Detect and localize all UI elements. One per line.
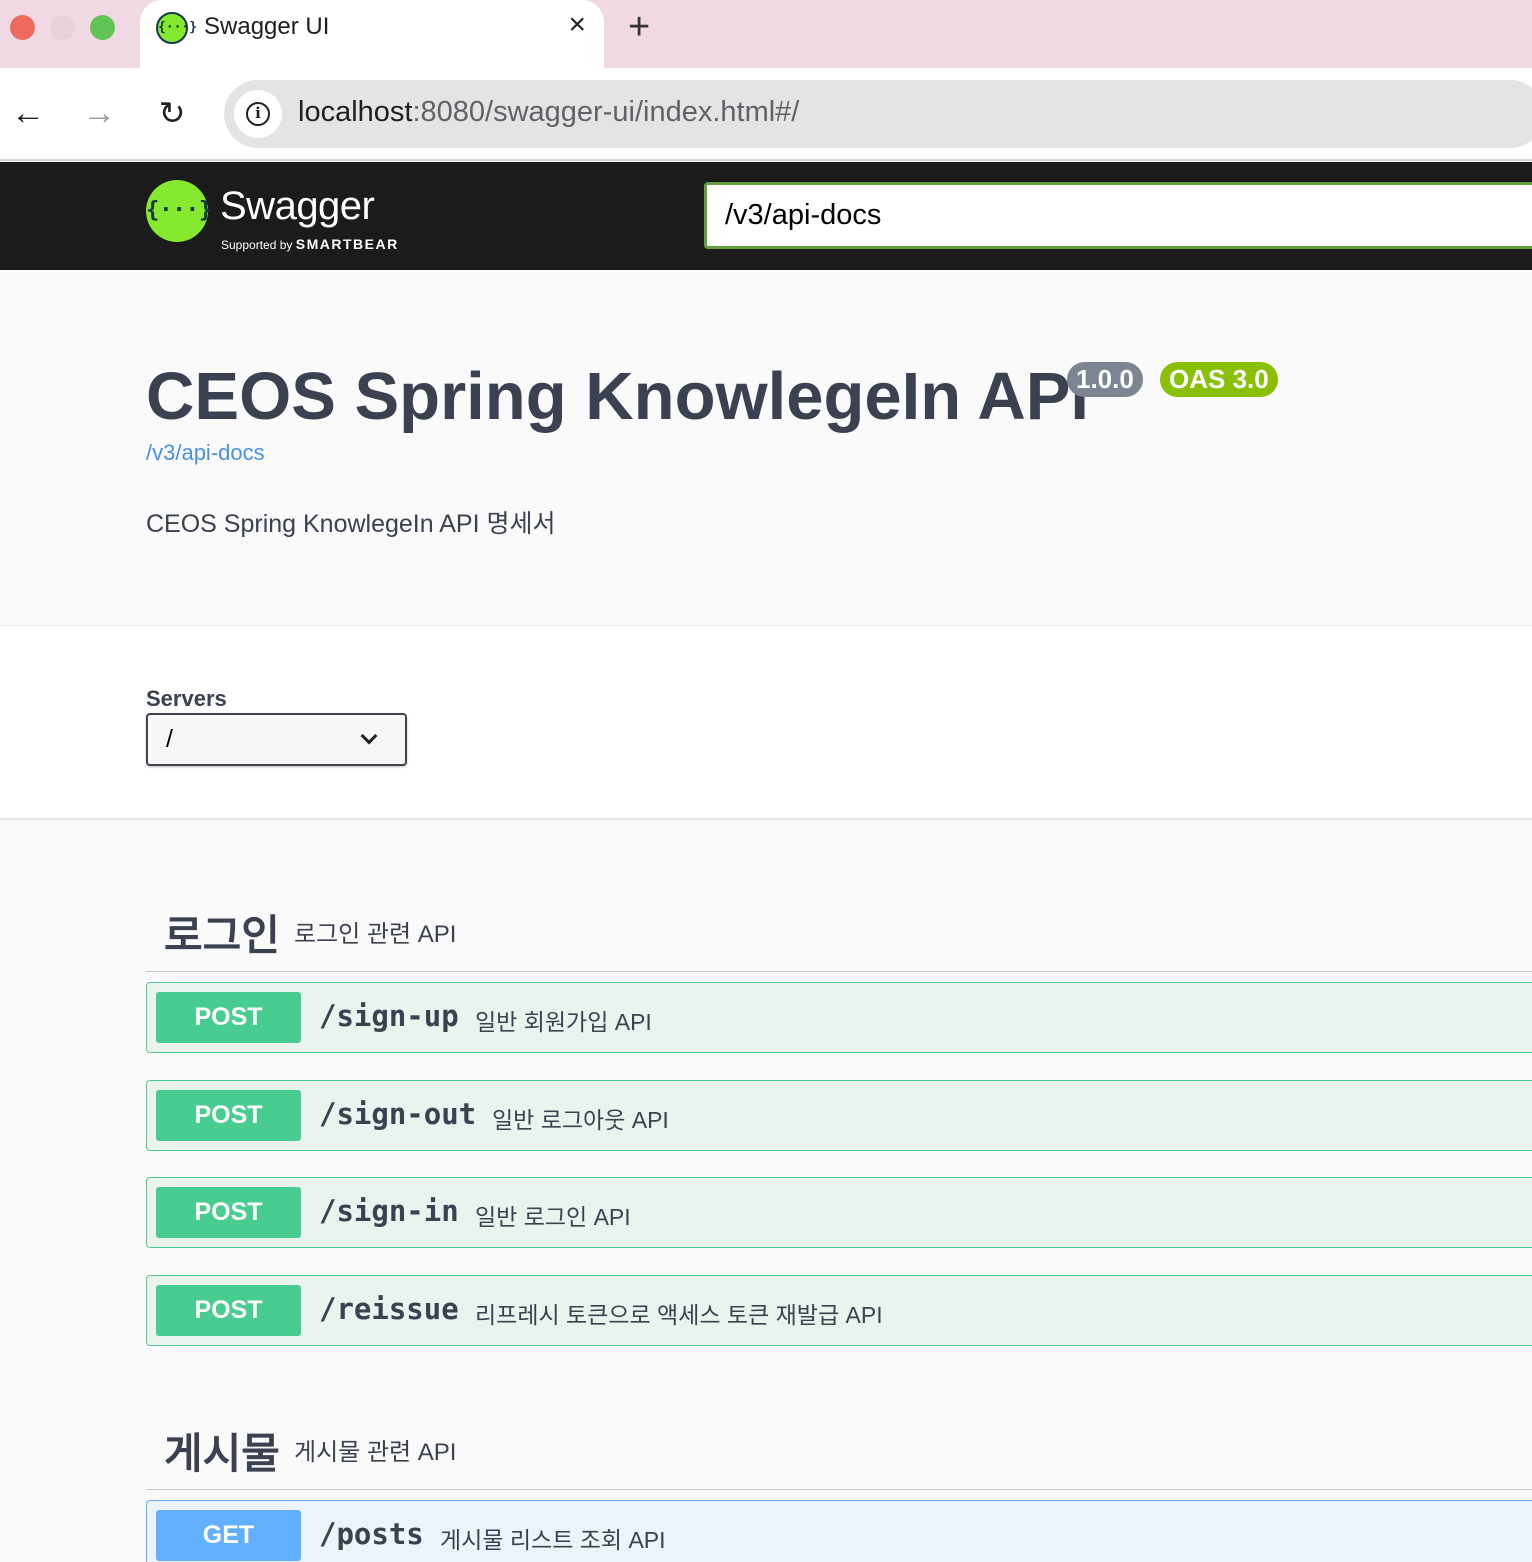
servers-select[interactable]: / [146, 713, 407, 766]
swagger-favicon-icon: {···} [156, 12, 197, 44]
operation-path: /reissue [319, 1292, 459, 1326]
api-description: CEOS Spring KnowlegeIn API 명세서 [146, 510, 556, 538]
tag-name: 게시물 [164, 1430, 280, 1477]
servers-section: Servers / [0, 625, 1532, 820]
tag-header-posts[interactable]: 게시물 게시물 관련 API [146, 1390, 1532, 1490]
operation-post-sign-up[interactable]: POST /sign-up 일반 회원가입 API [146, 982, 1532, 1053]
method-badge: POST [156, 1090, 301, 1141]
operation-post-sign-out[interactable]: POST /sign-out 일반 로그아웃 API [146, 1080, 1532, 1151]
tab-title: Swagger UI [204, 13, 330, 40]
minimize-window-button[interactable] [50, 15, 75, 40]
operation-post-sign-in[interactable]: POST /sign-in 일반 로그인 API [146, 1177, 1532, 1248]
browser-tab[interactable]: {···} Swagger UI × [140, 0, 604, 68]
new-tab-icon[interactable]: + [628, 6, 650, 49]
browser-toolbar: ← → ↻ i localhost:8080/swagger-ui/index.… [0, 68, 1532, 161]
tag-description: 로그인 관련 API [294, 921, 457, 948]
operation-path: /posts [319, 1517, 424, 1551]
api-info-section: CEOS Spring KnowlegeIn API 1.0.0 OAS 3.0… [0, 270, 1532, 625]
operation-summary: 일반 회원가입 API [475, 1009, 652, 1035]
reload-icon[interactable]: ↻ [152, 90, 192, 136]
oas-badge: OAS 3.0 [1160, 362, 1278, 397]
operation-path: /sign-out [319, 1097, 477, 1131]
tag-header-login[interactable]: 로그인 로그인 관련 API [146, 872, 1532, 972]
url-path: :8080/swagger-ui/index.html#/ [412, 96, 800, 128]
supported-by-text: Supported by SMARTBEAR [221, 236, 399, 252]
method-badge: POST [156, 1187, 301, 1238]
tag-description: 게시물 관련 API [294, 1439, 457, 1466]
method-badge: POST [156, 992, 301, 1043]
spec-url-input[interactable] [704, 182, 1532, 249]
servers-selected-value: / [166, 725, 173, 753]
maximize-window-button[interactable] [90, 15, 115, 40]
swagger-logo-icon[interactable]: {···} [146, 180, 212, 242]
operation-path: /sign-in [319, 1194, 459, 1228]
spec-link[interactable]: /v3/api-docs [146, 440, 265, 466]
servers-label: Servers [146, 686, 227, 711]
browser-tab-strip: {···} Swagger UI × + [0, 0, 1532, 68]
swagger-topbar: {···} Swagger Supported by SMARTBEAR [0, 162, 1532, 270]
operation-post-reissue[interactable]: POST /reissue 리프레시 토큰으로 액세스 토큰 재발급 API [146, 1275, 1532, 1346]
operation-summary: 리프레시 토큰으로 액세스 토큰 재발급 API [475, 1302, 883, 1328]
supported-by-prefix: Supported by [221, 238, 293, 252]
url-text[interactable]: localhost:8080/swagger-ui/index.html#/ [298, 96, 799, 129]
method-badge: GET [156, 1510, 301, 1561]
close-window-button[interactable] [10, 15, 35, 40]
close-tab-icon[interactable]: × [568, 8, 586, 42]
operation-get-posts[interactable]: GET /posts 게시물 리스트 조회 API [146, 1500, 1532, 1562]
site-info-button[interactable]: i [234, 90, 282, 138]
info-icon: i [246, 102, 270, 126]
version-badge: 1.0.0 [1067, 362, 1143, 397]
back-arrow-icon[interactable]: ← [8, 90, 48, 136]
forward-arrow-icon[interactable]: → [79, 90, 119, 136]
method-badge: POST [156, 1285, 301, 1336]
operation-summary: 일반 로그인 API [475, 1204, 631, 1230]
address-bar[interactable]: i localhost:8080/swagger-ui/index.html#/ [224, 80, 1532, 148]
operation-summary: 게시물 리스트 조회 API [440, 1527, 666, 1553]
smartbear-brand: SMARTBEAR [295, 236, 399, 252]
operation-summary: 일반 로그아웃 API [492, 1107, 669, 1133]
tag-name: 로그인 [164, 912, 280, 959]
chevron-down-icon [360, 727, 378, 745]
operation-path: /sign-up [319, 999, 459, 1033]
api-title: CEOS Spring KnowlegeIn API [146, 359, 1090, 434]
url-host: localhost [298, 96, 413, 128]
swagger-logo-text[interactable]: Swagger [220, 184, 375, 229]
